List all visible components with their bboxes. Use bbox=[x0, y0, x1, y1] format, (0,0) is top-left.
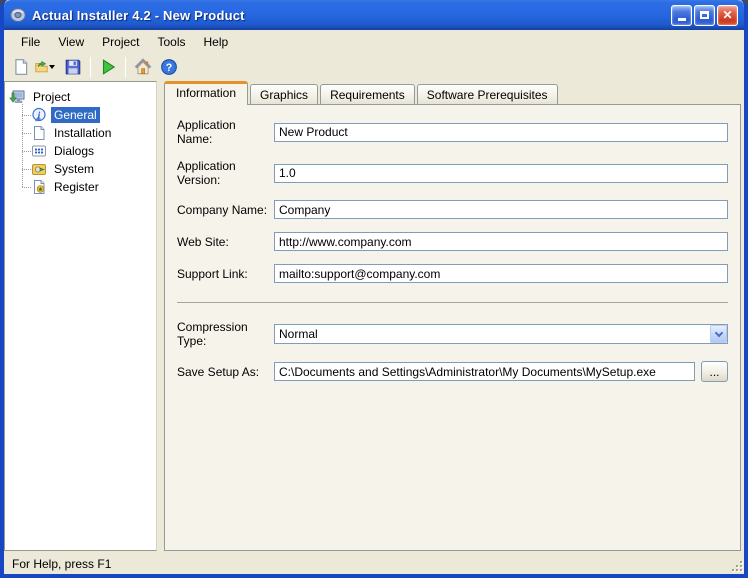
help-icon: ? bbox=[161, 58, 177, 75]
tab-information[interactable]: Information bbox=[164, 81, 249, 105]
title-bar: Actual Installer 4.2 - New Product ✕ bbox=[4, 0, 744, 30]
new-project-button[interactable] bbox=[8, 55, 34, 79]
chevron-down-icon bbox=[714, 328, 723, 337]
build-run-button[interactable] bbox=[95, 55, 121, 79]
home-icon bbox=[134, 57, 152, 74]
save-setup-label: Save Setup As: bbox=[177, 364, 260, 379]
toolbar: ? bbox=[4, 53, 744, 80]
dialogs-icon bbox=[32, 145, 46, 157]
new-document-icon bbox=[15, 58, 28, 75]
toolbar-separator bbox=[125, 56, 126, 77]
menu-file[interactable]: File bbox=[12, 32, 49, 52]
application-window: Actual Installer 4.2 - New Product ✕ Fil… bbox=[0, 0, 748, 578]
tree-item-label: System bbox=[54, 162, 95, 176]
open-dropdown-caret-icon bbox=[49, 64, 55, 69]
document-icon bbox=[34, 126, 45, 140]
company-name-row: Company Name: bbox=[177, 200, 728, 219]
menu-view[interactable]: View bbox=[49, 32, 93, 52]
menu-project[interactable]: Project bbox=[93, 32, 148, 52]
tab-requirements[interactable]: Requirements bbox=[320, 84, 415, 105]
compression-type-value: Normal bbox=[279, 327, 318, 341]
content-area: Project i General Installation Dialogs S… bbox=[4, 80, 744, 553]
application-name-label: Application Name: bbox=[177, 118, 236, 146]
menu-tools[interactable]: Tools bbox=[149, 32, 195, 52]
run-build-icon bbox=[102, 58, 116, 75]
tree-root-label: Project bbox=[33, 89, 71, 104]
application-version-label: Application Version: bbox=[177, 159, 236, 187]
information-tab-page: Application Name: Application Version: C… bbox=[164, 104, 741, 551]
tree-item-label: Dialogs bbox=[54, 144, 95, 158]
support-link-field[interactable] bbox=[274, 264, 728, 283]
save-icon bbox=[65, 59, 81, 74]
company-name-label: Company Name: bbox=[177, 202, 268, 217]
compression-type-label: Compression Type: bbox=[177, 320, 248, 348]
tree-root-project[interactable]: Project bbox=[9, 87, 154, 106]
close-button[interactable]: ✕ bbox=[717, 4, 738, 26]
save-setup-row: Save Setup As: ... bbox=[177, 361, 728, 382]
tree-item-label: General bbox=[51, 107, 100, 123]
company-name-field[interactable] bbox=[274, 200, 728, 219]
tree-item-installation[interactable]: Installation bbox=[18, 124, 154, 142]
web-site-row: Web Site: bbox=[177, 232, 728, 251]
close-icon: ✕ bbox=[722, 8, 733, 22]
support-link-row: Support Link: bbox=[177, 264, 728, 283]
minimize-icon bbox=[677, 18, 686, 21]
compression-type-select[interactable]: Normal bbox=[274, 324, 728, 344]
register-icon bbox=[34, 180, 45, 194]
tree-item-dialogs[interactable]: Dialogs bbox=[18, 142, 154, 160]
compression-dropdown-button[interactable] bbox=[710, 325, 727, 343]
save-project-button[interactable] bbox=[60, 55, 86, 79]
support-link-label: Support Link: bbox=[177, 266, 248, 281]
open-project-button[interactable] bbox=[34, 55, 60, 79]
tab-graphics[interactable]: Graphics bbox=[250, 84, 319, 105]
tree-item-register[interactable]: Register bbox=[18, 178, 154, 196]
menu-help[interactable]: Help bbox=[195, 32, 238, 52]
menu-bar: File View Project Tools Help bbox=[4, 30, 744, 53]
svg-text:?: ? bbox=[166, 61, 173, 73]
compression-type-row: Compression Type: Normal bbox=[177, 320, 728, 348]
application-name-field[interactable] bbox=[274, 122, 728, 142]
application-name-row: Application Name: bbox=[177, 118, 728, 146]
tab-software-prerequisites[interactable]: Software Prerequisites bbox=[416, 84, 558, 105]
home-button[interactable] bbox=[130, 55, 156, 79]
status-text: For Help, press F1 bbox=[12, 556, 112, 571]
tree-item-label: Register bbox=[54, 180, 99, 194]
maximize-button[interactable] bbox=[694, 4, 715, 26]
toolbar-separator bbox=[90, 56, 91, 77]
help-button[interactable]: ? bbox=[156, 55, 182, 79]
web-site-label: Web Site: bbox=[177, 234, 229, 249]
tab-strip: Information Graphics Requirements Softwa… bbox=[164, 81, 741, 105]
app-icon bbox=[10, 8, 26, 22]
info-icon: i bbox=[32, 107, 46, 122]
status-bar: For Help, press F1 bbox=[4, 553, 744, 574]
system-icon bbox=[32, 164, 46, 175]
resize-grip-icon[interactable] bbox=[730, 559, 743, 572]
web-site-field[interactable] bbox=[274, 232, 728, 251]
main-panel: Information Graphics Requirements Softwa… bbox=[164, 81, 741, 551]
tree-item-system[interactable]: System bbox=[18, 160, 154, 178]
project-icon bbox=[9, 90, 25, 103]
browse-button[interactable]: ... bbox=[701, 361, 728, 382]
project-tree: Project i General Installation Dialogs S… bbox=[4, 81, 157, 551]
section-divider bbox=[177, 302, 728, 303]
tree-item-label: Installation bbox=[54, 126, 112, 140]
window-title: Actual Installer 4.2 - New Product bbox=[32, 7, 245, 23]
save-setup-path-field[interactable] bbox=[274, 362, 695, 381]
application-version-field[interactable] bbox=[274, 163, 728, 183]
tree-item-general[interactable]: i General bbox=[18, 106, 154, 124]
maximize-icon bbox=[700, 11, 709, 19]
application-version-row: Application Version: bbox=[177, 159, 728, 187]
minimize-button[interactable] bbox=[671, 4, 692, 26]
open-folder-icon bbox=[35, 60, 48, 72]
